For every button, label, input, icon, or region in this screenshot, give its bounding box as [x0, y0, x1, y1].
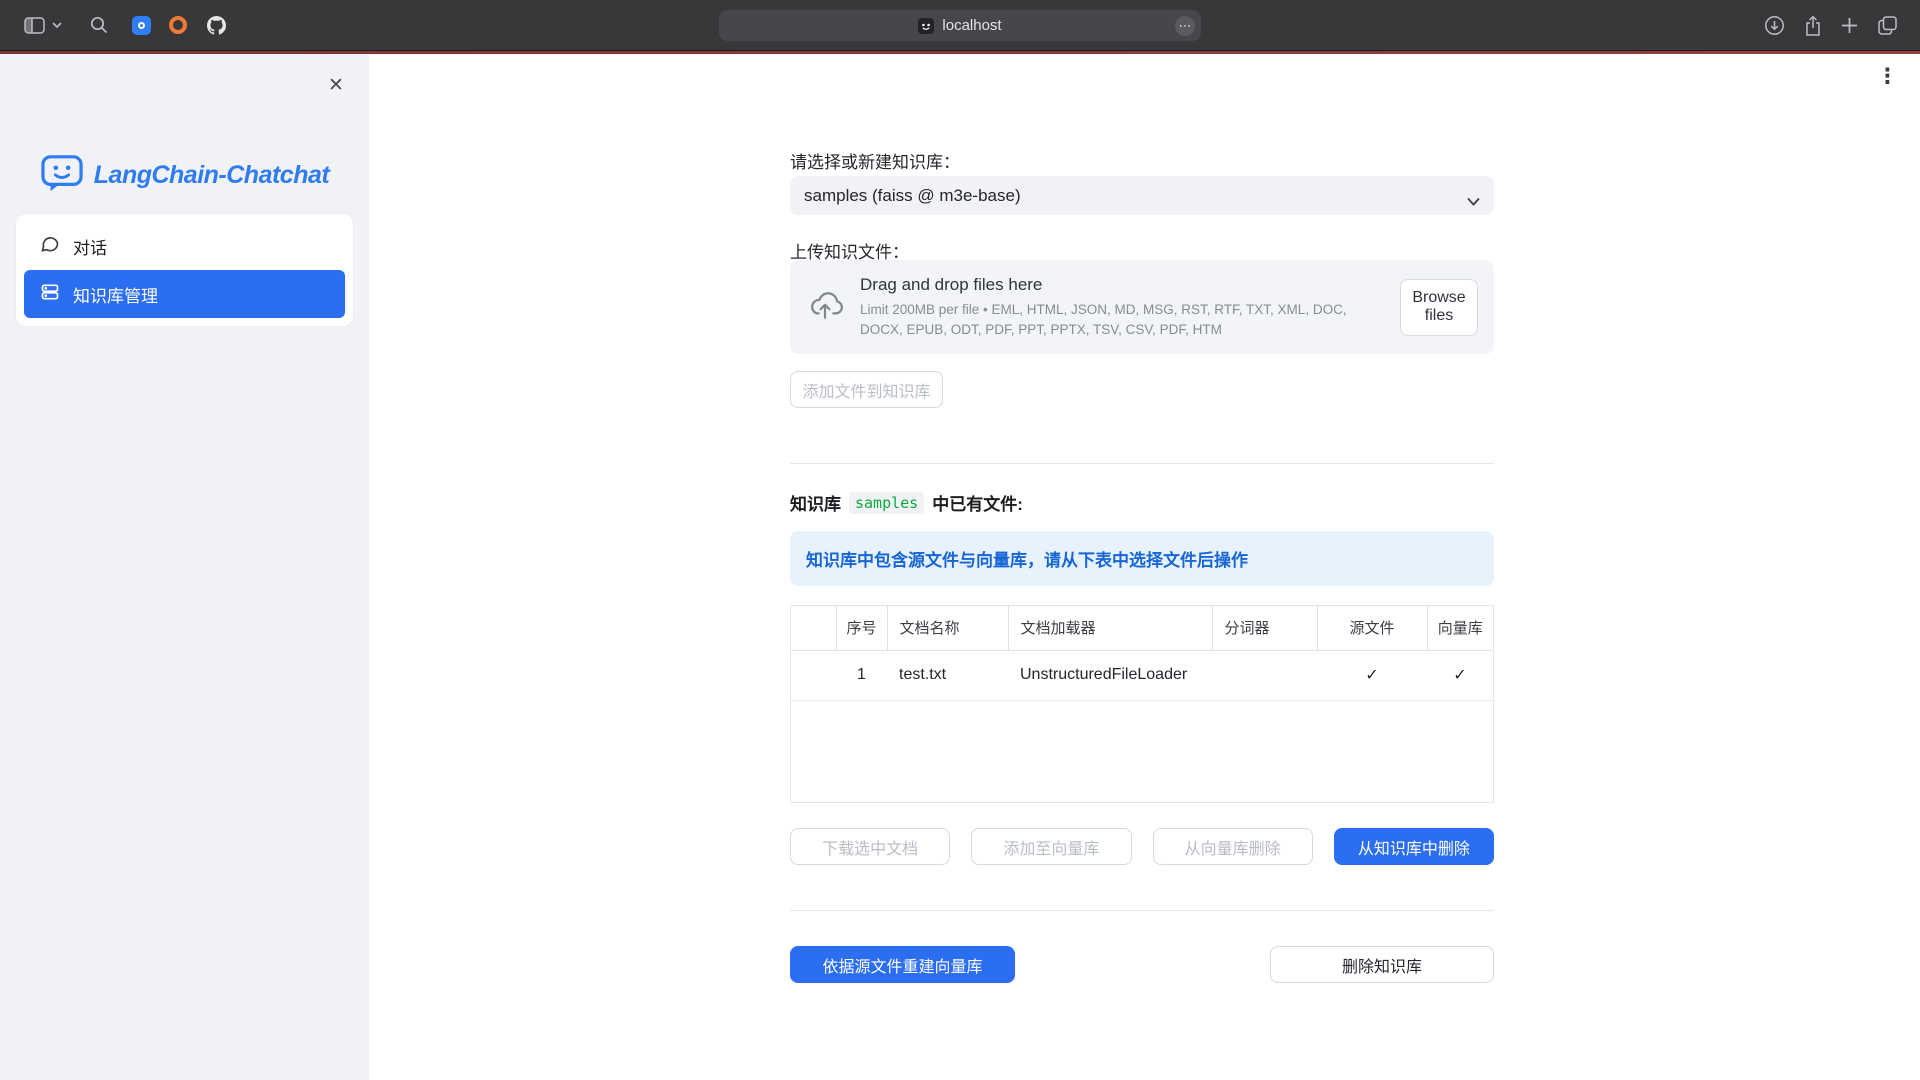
- sidebar-item-label: 对话: [73, 234, 107, 259]
- row-marker-header: [791, 606, 836, 650]
- pinned-tab-icon-orange[interactable]: [169, 16, 187, 34]
- heading-suffix: 中已有文件:: [932, 490, 1023, 515]
- col-header-splitter[interactable]: 分词器: [1212, 606, 1317, 650]
- add-to-vector-store-button[interactable]: 添加至向量库: [971, 828, 1131, 865]
- kb-files-heading: 知识库 samples 中已有文件:: [790, 490, 1023, 515]
- cell-vector-check[interactable]: ✓: [1427, 650, 1493, 700]
- table-header-row: 序号 文档名称 文档加载器 分词器 源文件 向量库: [791, 606, 1493, 650]
- logo-bubble-icon: [40, 153, 84, 198]
- app-logo: LangChain-Chatchat: [0, 152, 369, 198]
- table-row[interactable]: 1 test.txt UnstructuredFileLoader ✓ ✓: [791, 650, 1493, 700]
- rebuild-vector-store-button[interactable]: 依据源文件重建向量库: [790, 946, 1015, 983]
- search-icon[interactable]: [90, 16, 108, 34]
- app-page: ✕ LangChain-Chatchat 对话: [0, 54, 1920, 1080]
- site-favicon: [918, 18, 934, 34]
- chevron-down-icon: [1467, 191, 1480, 211]
- streamlit-menu-icon[interactable]: ⋮: [1871, 62, 1904, 91]
- address-bar[interactable]: localhost ⋯: [719, 10, 1201, 41]
- col-header-name[interactable]: 文档名称: [887, 606, 1008, 650]
- url-text: localhost: [942, 17, 1001, 34]
- new-tab-icon[interactable]: [1841, 17, 1858, 34]
- col-header-source[interactable]: 源文件: [1317, 606, 1427, 650]
- page-settings-icon[interactable]: ⋯: [1175, 16, 1195, 36]
- add-files-button[interactable]: 添加文件到知识库: [790, 371, 943, 408]
- kb-select[interactable]: samples (faiss @ m3e-base): [790, 176, 1494, 215]
- main-content: 请选择或新建知识库： samples (faiss @ m3e-base) 上传…: [790, 54, 1494, 1080]
- kb-name-code: samples: [849, 492, 924, 514]
- info-banner: 知识库中包含源文件与向量库，请从下表中选择文件后操作: [790, 531, 1494, 586]
- delete-from-vector-store-button[interactable]: 从向量库删除: [1153, 828, 1313, 865]
- cell-splitter[interactable]: [1212, 650, 1317, 700]
- file-dropzone[interactable]: Drag and drop files here Limit 200MB per…: [790, 260, 1494, 354]
- row-marker-cell[interactable]: [791, 650, 836, 700]
- tab-overview-icon[interactable]: [1877, 15, 1898, 36]
- cell-loader[interactable]: UnstructuredFileLoader: [1008, 650, 1212, 700]
- cell-source-check[interactable]: ✓: [1317, 650, 1427, 700]
- share-icon[interactable]: [1804, 15, 1822, 37]
- cell-index[interactable]: 1: [836, 650, 887, 700]
- col-header-loader[interactable]: 文档加载器: [1008, 606, 1212, 650]
- sidebar-nav: 对话 知识库管理: [16, 214, 353, 326]
- pinned-tab-icon-blue[interactable]: [132, 16, 151, 35]
- logo-text: LangChain-Chatchat: [94, 161, 329, 190]
- download-selected-button[interactable]: 下载选中文档: [790, 828, 950, 865]
- delete-kb-button[interactable]: 删除知识库: [1270, 946, 1494, 983]
- browser-toolbar: localhost ⋯: [0, 0, 1920, 51]
- heading-prefix: 知识库: [790, 490, 841, 515]
- kb-select-label: 请选择或新建知识库：: [790, 148, 960, 173]
- sidebar-item-knowledge-base[interactable]: 知识库管理: [24, 270, 345, 318]
- dropzone-hint: Limit 200MB per file • EML, HTML, JSON, …: [860, 300, 1384, 339]
- sidebar-toggle-icon[interactable]: [24, 17, 45, 34]
- kb-select-value: samples (faiss @ m3e-base): [804, 186, 1021, 206]
- sidebar-item-label: 知识库管理: [73, 282, 158, 307]
- col-header-vector[interactable]: 向量库: [1427, 606, 1493, 650]
- sidebar-item-dialogue[interactable]: 对话: [24, 222, 345, 270]
- chevron-down-icon[interactable]: [52, 22, 62, 29]
- divider: [790, 910, 1494, 911]
- sidebar: ✕ LangChain-Chatchat 对话: [0, 54, 369, 1080]
- browse-files-button[interactable]: Browse files: [1400, 279, 1478, 336]
- file-action-buttons: 下载选中文档 添加至向量库 从向量库删除 从知识库中删除: [790, 828, 1494, 865]
- divider: [790, 463, 1494, 464]
- cloud-upload-icon: [806, 290, 844, 325]
- chat-bubble-icon: [40, 234, 60, 259]
- delete-from-kb-button[interactable]: 从知识库中删除: [1334, 828, 1494, 865]
- downloads-icon[interactable]: [1764, 15, 1785, 36]
- dropzone-title: Drag and drop files here: [860, 275, 1384, 295]
- close-sidebar-icon[interactable]: ✕: [323, 72, 349, 98]
- database-stack-icon: [40, 282, 60, 307]
- kb-files-table: 序号 文档名称 文档加载器 分词器 源文件 向量库 1 test.txt Uns…: [790, 605, 1494, 803]
- cell-name[interactable]: test.txt: [887, 650, 1008, 700]
- info-text: 知识库中包含源文件与向量库，请从下表中选择文件后操作: [806, 546, 1248, 571]
- col-header-index[interactable]: 序号: [836, 606, 887, 650]
- github-icon[interactable]: [207, 16, 226, 35]
